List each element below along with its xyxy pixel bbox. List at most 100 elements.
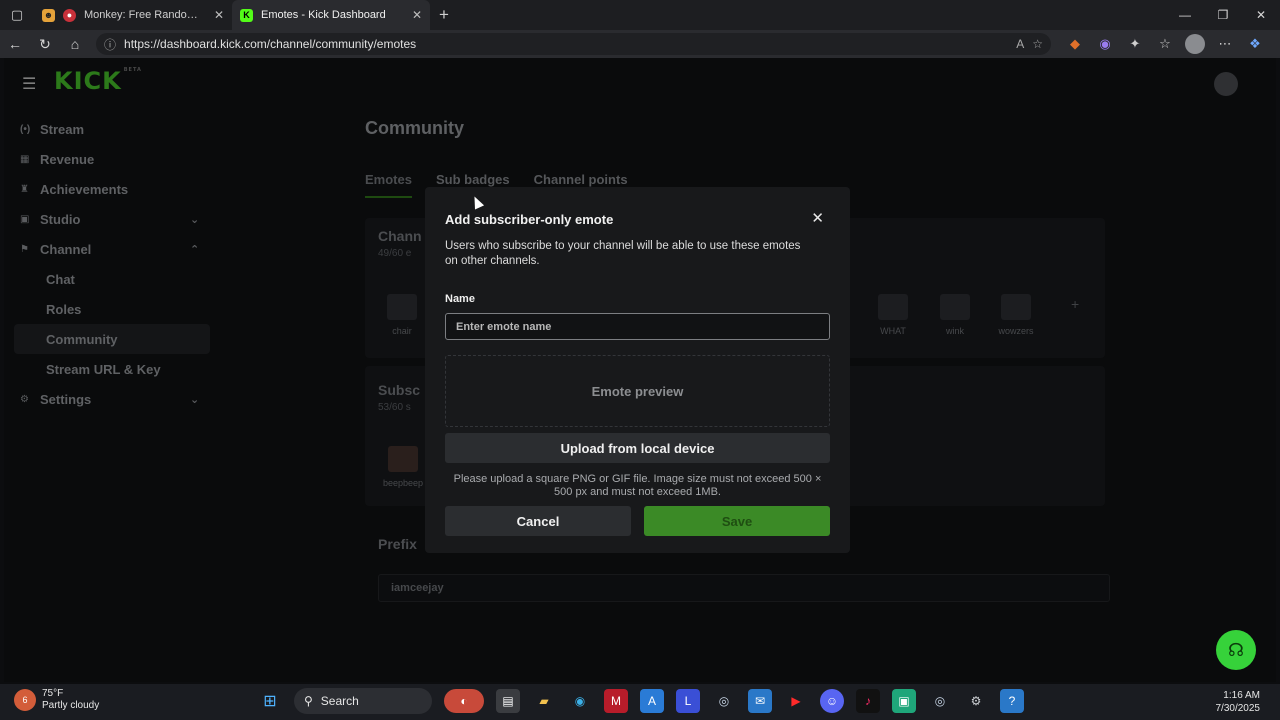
app-icon[interactable]: A bbox=[640, 689, 664, 713]
studio-icon: ▣ bbox=[20, 213, 30, 225]
weather-widget[interactable]: 6 75°F Partly cloudy bbox=[14, 688, 99, 712]
chevron-down-icon[interactable]: ⌄ bbox=[190, 213, 210, 226]
restore-icon[interactable]: ❐ bbox=[1204, 0, 1242, 30]
tab-actions-icon[interactable]: ▢ bbox=[0, 0, 34, 30]
favorite-star-icon[interactable]: ☆ bbox=[1032, 37, 1043, 51]
emote-item[interactable]: beepbeep bbox=[378, 446, 428, 488]
mcafee-icon[interactable]: M bbox=[604, 689, 628, 713]
outlook-icon[interactable]: ✉ bbox=[748, 689, 772, 713]
save-button[interactable]: Save bbox=[644, 506, 830, 536]
sidebar-item-studio[interactable]: ▣ Studio ⌄ bbox=[14, 204, 210, 234]
extension-icon[interactable]: ◆ bbox=[1065, 34, 1085, 54]
tab-emotes[interactable]: Emotes bbox=[365, 172, 412, 198]
section-title: Chann bbox=[378, 228, 422, 244]
emote-item[interactable]: wowzers bbox=[996, 294, 1036, 336]
close-icon[interactable]: ✕ bbox=[811, 209, 824, 227]
emote-thumbnail bbox=[1001, 294, 1031, 320]
monkey-favicon-icon: ☻ bbox=[42, 8, 55, 22]
page-title: Community bbox=[365, 118, 464, 138]
sidebar: (•) Stream ▦ Revenue ♜ Achievements ▣ St… bbox=[14, 114, 210, 414]
taskbar-icons: ⊞ ⚲ Search ◐ ▤ ▰ ◉ M A L ◎ ✉ ▶ ☺ ♪ ▣ ◎ ⚙… bbox=[258, 688, 1024, 714]
sidebar-item-label: Studio bbox=[40, 211, 81, 227]
discord-icon[interactable]: ☺ bbox=[820, 689, 844, 713]
more-menu-icon[interactable]: ⋯ bbox=[1215, 34, 1235, 54]
edge-browser-icon[interactable]: ◉ bbox=[568, 689, 592, 713]
clock-date: 7/30/2025 bbox=[1215, 703, 1261, 714]
emote-item[interactable]: chair bbox=[382, 294, 422, 336]
tab-kick-dashboard[interactable]: K Emotes - Kick Dashboard ✕ bbox=[232, 0, 430, 30]
tiktok-icon[interactable]: ♪ bbox=[856, 689, 880, 713]
emote-name: beepbeep bbox=[382, 478, 424, 488]
file-explorer-icon[interactable]: ▰ bbox=[532, 689, 556, 713]
emote-name: chair bbox=[392, 326, 412, 336]
sidebar-item-settings[interactable]: ⚙ Settings ⌄ bbox=[14, 384, 210, 414]
tab-title: Emotes - Kick Dashboard bbox=[261, 9, 386, 21]
close-tab-icon[interactable]: ✕ bbox=[412, 8, 422, 22]
section-count: 53/60 s bbox=[378, 402, 411, 413]
extensions-puzzle-icon[interactable]: ✦ bbox=[1125, 34, 1145, 54]
sidebar-item-stream[interactable]: (•) Stream bbox=[14, 114, 210, 144]
prefix-input[interactable]: iamceejay bbox=[378, 574, 1110, 602]
windows-start-icon[interactable]: ⊞ bbox=[258, 689, 282, 713]
steam-icon[interactable]: ◎ bbox=[928, 689, 952, 713]
home-icon[interactable]: ⌂ bbox=[60, 36, 90, 52]
headset-icon: ☊ bbox=[1228, 639, 1244, 660]
url-bar[interactable]: ⓘ https://dashboard.kick.com/channel/com… bbox=[96, 33, 1051, 55]
taskbar-search[interactable]: ⚲ Search bbox=[294, 688, 432, 714]
refresh-icon[interactable]: ↻ bbox=[30, 36, 60, 53]
upload-button[interactable]: Upload from local device bbox=[445, 433, 830, 463]
emote-thumbnail bbox=[940, 294, 970, 320]
cancel-button[interactable]: Cancel bbox=[445, 506, 631, 536]
hamburger-menu-icon[interactable]: ☰ bbox=[22, 74, 36, 94]
app-l-icon[interactable]: L bbox=[676, 689, 700, 713]
favorites-icon[interactable]: ☆ bbox=[1155, 34, 1175, 54]
settings-gear-icon[interactable]: ⚙ bbox=[964, 689, 988, 713]
sidebar-item-achievements[interactable]: ♜ Achievements bbox=[14, 174, 210, 204]
new-tab-button[interactable]: + bbox=[430, 5, 458, 25]
add-emote-icon[interactable]: + bbox=[1071, 296, 1079, 312]
help-chat-button[interactable]: ☊ bbox=[1216, 630, 1256, 670]
sidebar-item-channel[interactable]: ⚑ Channel ⌃ bbox=[14, 234, 210, 264]
logo-badge: BETA bbox=[123, 67, 142, 73]
chevron-up-icon[interactable]: ⌃ bbox=[190, 243, 210, 256]
tab-title: Monkey: Free Random Video Chat bbox=[84, 9, 206, 21]
chevron-down-icon[interactable]: ⌄ bbox=[190, 393, 210, 406]
sidebar-item-revenue[interactable]: ▦ Revenue bbox=[14, 144, 210, 174]
weather-badge: 6 bbox=[22, 695, 28, 705]
close-window-icon[interactable]: ✕ bbox=[1242, 0, 1280, 30]
sidebar-item-roles[interactable]: Roles bbox=[14, 294, 210, 324]
emote-preview-area: Emote preview bbox=[445, 355, 830, 427]
system-clock[interactable]: 1:16 AM 7/30/2025 bbox=[1216, 689, 1261, 715]
trophy-icon: ♜ bbox=[20, 183, 29, 195]
kick-logo[interactable]: KICK BETA bbox=[54, 67, 142, 95]
app-icon[interactable]: ▣ bbox=[892, 689, 916, 713]
emote-name-input[interactable] bbox=[445, 313, 830, 340]
read-aloud-icon[interactable]: A bbox=[1016, 37, 1024, 51]
sidebar-item-chat[interactable]: Chat bbox=[14, 264, 210, 294]
address-bar-row: ← ↻ ⌂ ⓘ https://dashboard.kick.com/chann… bbox=[0, 30, 1280, 58]
sidebar-item-stream-url-key[interactable]: Stream URL & Key bbox=[14, 354, 210, 384]
widget-icon[interactable]: ◐ bbox=[444, 689, 484, 713]
window-controls: — ❐ ✕ bbox=[1166, 0, 1280, 30]
user-avatar[interactable] bbox=[1214, 72, 1238, 96]
browser-extensions: ◆ ◉ ✦ ☆ ⋯ ❖ bbox=[1065, 34, 1265, 54]
emote-item[interactable]: WHAT bbox=[873, 294, 913, 336]
url-text[interactable]: https://dashboard.kick.com/channel/commu… bbox=[124, 37, 1008, 51]
close-tab-icon[interactable]: ✕ bbox=[214, 8, 224, 22]
windows-taskbar: 6 75°F Partly cloudy ⊞ ⚲ Search ◐ ▤ ▰ ◉ … bbox=[0, 684, 1280, 720]
sidebar-item-community[interactable]: Community bbox=[14, 324, 210, 354]
steam-icon[interactable]: ◎ bbox=[712, 689, 736, 713]
weather-desc: Partly cloudy bbox=[42, 700, 100, 711]
copilot-icon[interactable]: ❖ bbox=[1245, 34, 1265, 54]
minimize-icon[interactable]: — bbox=[1166, 0, 1204, 30]
site-info-icon[interactable]: ⓘ bbox=[104, 36, 116, 53]
youtube-icon[interactable]: ▶ bbox=[784, 689, 808, 713]
extension-icon[interactable]: ◉ bbox=[1095, 34, 1115, 54]
back-icon[interactable]: ← bbox=[0, 36, 30, 52]
emote-item[interactable]: wink bbox=[935, 294, 975, 336]
task-view-icon[interactable]: ▤ bbox=[496, 689, 520, 713]
profile-avatar-icon[interactable] bbox=[1185, 34, 1205, 54]
app-icon[interactable]: ? bbox=[1000, 689, 1024, 713]
kick-favicon-icon: K bbox=[240, 8, 253, 22]
tab-monkey[interactable]: ☻ ● Monkey: Free Random Video Chat ✕ bbox=[34, 0, 232, 30]
